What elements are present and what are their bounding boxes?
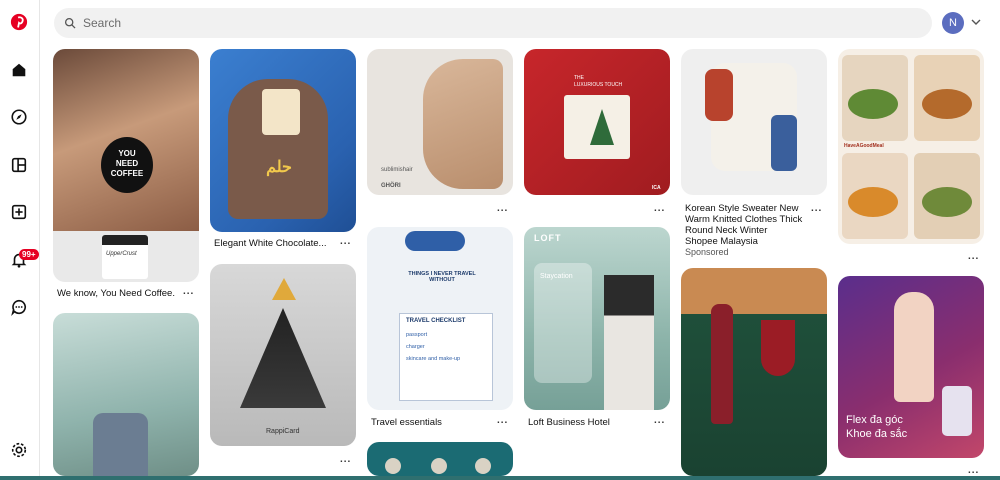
dish-shape <box>922 187 972 217</box>
travel-title-text: THINGS I NEVER TRAVEL WITHOUT <box>408 271 476 283</box>
search-icon <box>64 17 76 29</box>
pin-teal[interactable] <box>367 442 513 476</box>
pin-caption[interactable]: We know, You Need Coffee. <box>57 288 175 299</box>
plane-shape <box>405 231 465 251</box>
pin-skincare[interactable]: sublimishair GHÖRI <box>367 49 513 195</box>
product-shape <box>431 458 447 474</box>
pin-chocolate[interactable]: ﺣﻠﻢ <box>210 49 356 232</box>
search-input[interactable]: Search <box>54 8 932 38</box>
pin-window[interactable] <box>53 313 199 476</box>
card-tree-shape <box>240 308 326 408</box>
phone-shape <box>942 386 972 436</box>
notification-badge: 99+ <box>19 249 39 260</box>
more-options-icon[interactable]: ... <box>968 465 979 476</box>
boards-icon[interactable] <box>8 154 30 176</box>
pin-wine[interactable] <box>681 268 827 476</box>
settings-gear-icon[interactable] <box>8 439 30 461</box>
arabic-text-decoration: ﺣﻠﻢ <box>266 159 292 176</box>
home-icon[interactable] <box>8 59 30 81</box>
pin-flex[interactable]: Flex đa góc Khoe đa sắc <box>838 276 984 458</box>
more-options-icon[interactable]: ... <box>183 286 194 297</box>
dish-shape <box>848 187 898 217</box>
wine-glass-shape <box>761 320 795 376</box>
pin-rappi[interactable]: RappiCard <box>210 264 356 446</box>
pin-caption[interactable]: Korean Style Sweater New Warm Knitted Cl… <box>685 203 810 236</box>
chevron-down-icon[interactable] <box>971 17 981 27</box>
product-shape <box>385 458 401 474</box>
messages-icon[interactable] <box>8 296 30 318</box>
phone-panel: Staycation <box>534 263 592 383</box>
more-options-icon[interactable]: ... <box>654 415 665 426</box>
person-shape <box>894 292 934 402</box>
sweater-patch <box>771 115 797 171</box>
sidebar: 99+ <box>0 0 40 480</box>
dish-shape <box>848 89 898 119</box>
pin-coffee[interactable]: YOU NEED COFFEE UpperCrust <box>53 49 199 282</box>
pin-travel[interactable]: THINGS I NEVER TRAVEL WITHOUT TRAVEL CHE… <box>367 227 513 410</box>
person-shape <box>604 275 654 410</box>
brand-text: HaveAGoodMeal <box>844 143 884 149</box>
calendar-window <box>564 95 630 159</box>
loft-logo-text: LOFT <box>534 233 562 243</box>
pin-caption[interactable]: Loft Business Hotel <box>528 417 610 428</box>
calendar-text: THE <box>574 75 584 81</box>
more-options-icon[interactable]: ... <box>968 251 979 262</box>
rappi-text: RappiCard <box>266 428 300 435</box>
pin-source: Shopee Malaysia <box>685 236 758 247</box>
more-options-icon[interactable]: ... <box>497 415 508 426</box>
hair-shape <box>423 59 503 189</box>
pin-calendar[interactable]: THE LUXURIOUS TOUCH ICA <box>524 49 670 195</box>
sponsored-label: Sponsored <box>685 247 729 257</box>
pin-sweater[interactable] <box>681 49 827 195</box>
calendar-text: ICA <box>652 185 661 191</box>
avatar[interactable]: N <box>942 12 964 34</box>
pinterest-logo-icon[interactable] <box>8 11 30 33</box>
explore-icon[interactable] <box>8 106 30 128</box>
sweater-patch <box>705 69 733 121</box>
search-placeholder: Search <box>83 16 122 30</box>
chocolate-jar <box>262 89 300 135</box>
coffee-cup: UpperCrust <box>102 235 148 279</box>
more-options-icon[interactable]: ... <box>811 203 822 214</box>
create-icon[interactable] <box>8 201 30 223</box>
calendar-text: LUXURIOUS TOUCH <box>574 82 623 88</box>
tree-shape <box>590 109 614 145</box>
more-options-icon[interactable]: ... <box>340 454 351 465</box>
person-shape <box>93 413 148 476</box>
flex-text: Khoe đa sắc <box>846 428 908 440</box>
top-bar: Search N <box>40 0 1000 46</box>
pin-caption[interactable]: Elegant White Chocolate... <box>214 238 326 249</box>
dish-shape <box>922 89 972 119</box>
pin-food[interactable]: HaveAGoodMeal <box>838 49 984 244</box>
coffee-overlay-text: YOU NEED COFFEE <box>110 149 144 178</box>
bottom-strip <box>0 476 1000 480</box>
star-shape <box>272 278 296 300</box>
wine-bottle-shape <box>711 304 733 424</box>
more-options-icon[interactable]: ... <box>497 203 508 214</box>
checklist-card: TRAVEL CHECKLIST passport charger skinca… <box>399 313 493 401</box>
more-options-icon[interactable]: ... <box>654 203 665 214</box>
brand-text: GHÖRI <box>381 183 401 189</box>
brand-text: sublimishair <box>381 167 413 173</box>
product-shape <box>475 458 491 474</box>
pin-loft[interactable]: LOFT Staycation <box>524 227 670 410</box>
pin-caption[interactable]: Travel essentials <box>371 417 442 428</box>
more-options-icon[interactable]: ... <box>340 236 351 247</box>
flex-text: Flex đa góc <box>846 414 903 426</box>
